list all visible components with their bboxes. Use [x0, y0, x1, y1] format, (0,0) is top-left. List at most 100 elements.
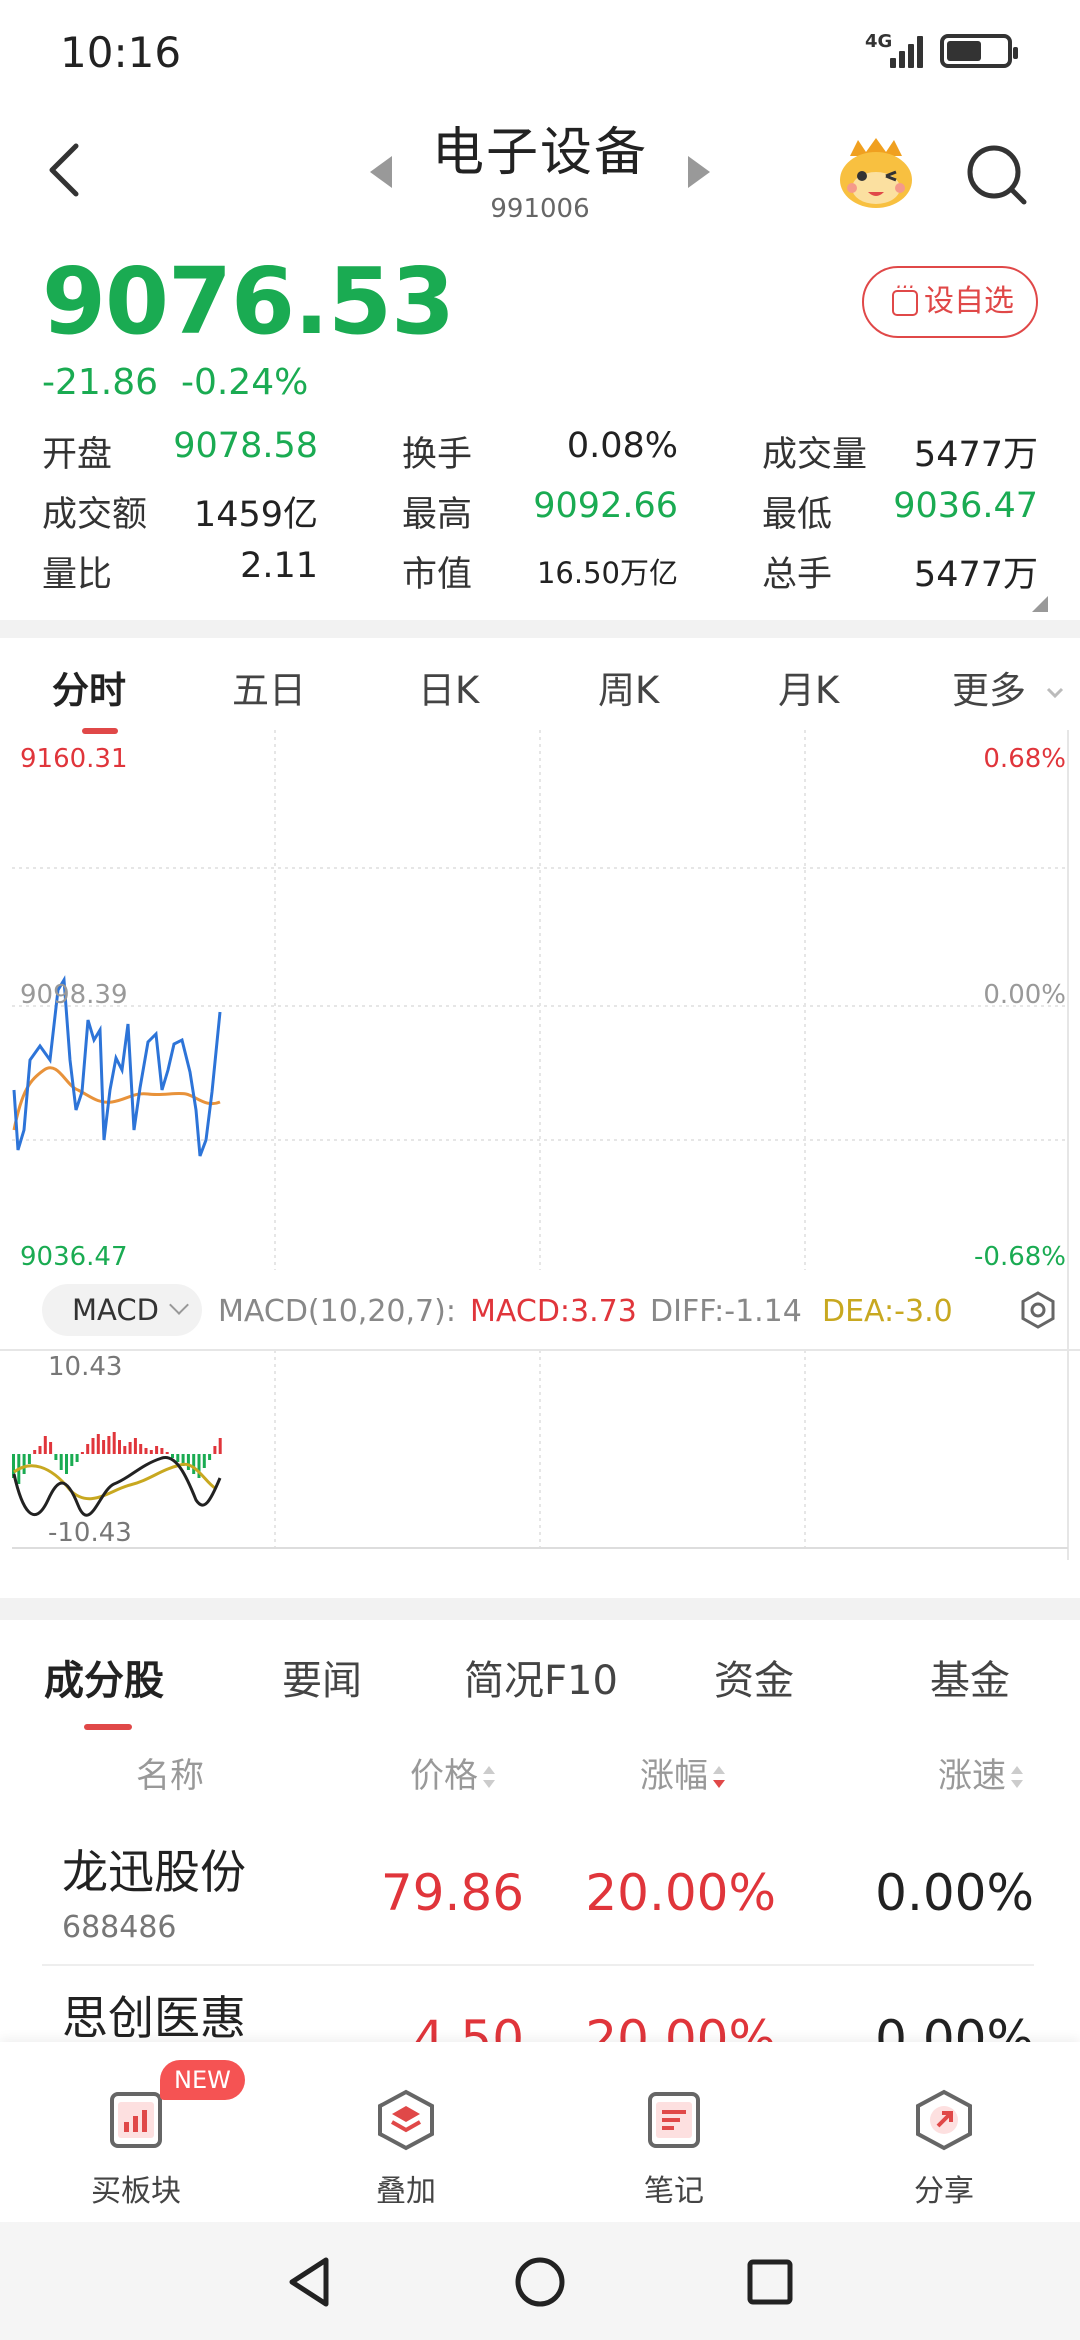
macd-bar — [118, 1440, 121, 1454]
divider — [0, 620, 1080, 638]
share-button[interactable]: 分享 — [874, 2088, 1014, 2210]
share-icon — [916, 2089, 972, 2151]
share-label: 分享 — [914, 2174, 974, 2209]
table-row[interactable]: 思创医惠 4.50 20.00% 0.00% — [0, 1972, 1080, 2042]
intraday-chart[interactable] — [0, 730, 1080, 1560]
stock-price: 79.86 — [380, 1864, 524, 1922]
indicator-selector-label: MACD — [72, 1293, 159, 1327]
next-index-icon[interactable] — [688, 156, 710, 188]
macd-params: MACD(10,20,7): — [218, 1294, 456, 1329]
overlay-button[interactable]: 叠加 — [336, 2088, 476, 2210]
pct-axis-mid: 0.00% — [983, 980, 1066, 1010]
change-value: -21.86 — [42, 362, 159, 403]
macd-bar — [208, 1454, 212, 1460]
macd-bar — [128, 1442, 132, 1454]
macd-bar — [144, 1448, 148, 1454]
stat-label: 最低 — [762, 495, 833, 535]
nav-back-icon[interactable] — [284, 2256, 334, 2308]
stat-label: 市值 — [402, 555, 473, 595]
stat-label: 开盘 — [42, 435, 113, 475]
stock-name: 思创医惠 — [62, 1991, 246, 2042]
mascot-icon[interactable] — [836, 136, 916, 212]
header: 电子设备 991006 — [0, 110, 1080, 240]
stock-code: 688486 — [62, 1910, 177, 1945]
col-pct: 涨幅 — [640, 1756, 708, 1796]
macd-bar — [202, 1454, 206, 1468]
stock-speed: 0.00% — [875, 2010, 1034, 2042]
notes-button[interactable]: 笔记 — [604, 2088, 744, 2210]
tab-fenshi[interactable]: 分时 — [52, 660, 126, 734]
search-icon[interactable] — [962, 140, 1032, 210]
indicator-selector[interactable]: MACD — [42, 1284, 202, 1336]
price-avg-line — [12, 1066, 221, 1131]
macd-bar — [213, 1446, 217, 1454]
price-change: -21.86 -0.24% — [42, 362, 308, 403]
tab-f10[interactable]: 简况F10 — [464, 1648, 618, 1706]
macd-bar — [165, 1452, 169, 1454]
notes-label: 笔记 — [644, 2174, 704, 2209]
col-speed-sort[interactable]: 涨速 — [938, 1748, 1024, 1797]
macd-bar — [139, 1444, 143, 1454]
new-badge: NEW — [160, 2060, 245, 2100]
page-title: 电子设备 — [431, 123, 648, 183]
stat-value: 9092.66 — [533, 486, 678, 526]
macd-bar — [27, 1454, 31, 1464]
stat-label: 成交额 — [42, 495, 148, 535]
tab-weekly-k[interactable]: 周K — [598, 660, 659, 714]
macd-bar — [176, 1454, 180, 1462]
nav-home-icon[interactable] — [514, 2256, 566, 2308]
pct-axis-high: 0.68% — [983, 744, 1066, 774]
macd-bar — [65, 1454, 68, 1474]
col-speed: 涨速 — [938, 1756, 1006, 1796]
macd-bar — [91, 1438, 95, 1454]
macd-bar — [54, 1454, 58, 1460]
tab-five-day[interactable]: 五日 — [232, 660, 306, 714]
add-watchlist-button[interactable]: 设自选 — [862, 266, 1038, 338]
tab-funds-flow[interactable]: 资金 — [714, 1648, 794, 1706]
sort-icon — [1010, 1765, 1024, 1790]
table-row[interactable]: 龙迅股份 688486 79.86 20.00% 0.00% — [0, 1826, 1080, 1966]
macd-value: MACD:3.73 — [470, 1294, 637, 1329]
stat-value: 9036.47 — [893, 486, 1038, 526]
tab-constituents[interactable]: 成分股 — [44, 1648, 164, 1730]
bar-chart-icon — [110, 2092, 162, 2148]
col-price: 价格 — [410, 1756, 478, 1796]
macd-bar — [59, 1454, 63, 1470]
macd-bar — [70, 1454, 74, 1466]
settings-icon[interactable] — [1018, 1290, 1058, 1330]
col-price-sort[interactable]: 价格 — [410, 1748, 496, 1797]
sort-desc-icon — [712, 1765, 726, 1790]
macd-bar — [96, 1434, 100, 1454]
nav-recents-icon[interactable] — [746, 2258, 794, 2306]
price-axis-low: 9036.47 — [20, 1242, 128, 1272]
macd-bar — [22, 1454, 26, 1474]
battery-icon — [940, 34, 1018, 68]
macd-bar — [49, 1442, 53, 1454]
current-price: 9076.53 — [42, 248, 455, 355]
price-axis-mid: 9098.39 — [20, 980, 128, 1010]
macd-bar — [218, 1438, 222, 1454]
row-divider — [42, 1964, 1034, 1966]
tab-news[interactable]: 要闻 — [282, 1648, 362, 1706]
buy-sector-label: 买板块 — [91, 2174, 181, 2209]
expand-corner-icon[interactable] — [1032, 596, 1048, 612]
tab-daily-k[interactable]: 日K — [418, 660, 479, 714]
macd-bar — [149, 1450, 153, 1454]
macd-bar — [102, 1440, 106, 1454]
section-tabs: 成分股 要闻 简况F10 资金 基金 — [0, 1610, 1080, 1730]
stat-label: 总手 — [762, 555, 833, 595]
tab-more[interactable]: 更多 — [952, 660, 1066, 714]
pct-axis-low: -0.68% — [974, 1242, 1066, 1272]
macd-bar — [75, 1454, 79, 1462]
stock-name: 龙迅股份 — [62, 1845, 246, 1899]
tab-more-label: 更多 — [952, 669, 1026, 712]
tab-fund[interactable]: 基金 — [930, 1648, 1010, 1706]
stat-label: 最高 — [402, 495, 473, 535]
col-pct-sort[interactable]: 涨幅 — [640, 1748, 726, 1797]
layers-icon — [378, 2089, 434, 2151]
buy-sector-button[interactable]: 买板块 — [66, 2088, 206, 2210]
stat-label: 量比 — [42, 555, 113, 595]
tab-monthly-k[interactable]: 月K — [778, 660, 839, 714]
quote-panel: 9076.53 -21.86 -0.24% 设自选 开盘 9078.58 换手 0.0… — [0, 240, 1080, 620]
watch-label: 设自选 — [924, 284, 1014, 319]
